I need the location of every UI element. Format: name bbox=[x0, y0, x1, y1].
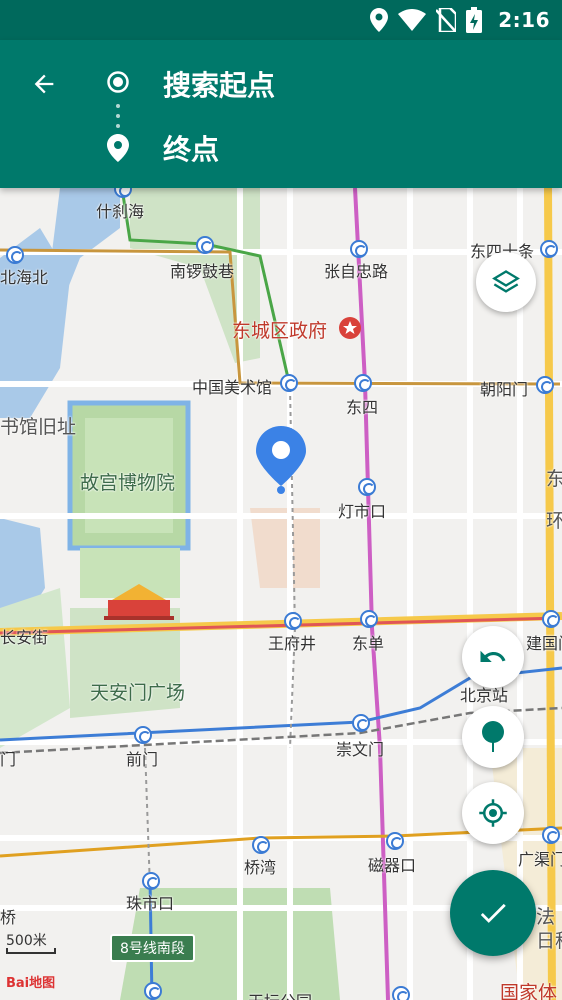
no-sim-icon bbox=[436, 8, 457, 32]
metro-station-icon bbox=[280, 374, 298, 392]
battery-charging-icon bbox=[466, 7, 483, 33]
metro-station-icon bbox=[354, 374, 372, 392]
metro-station-icon bbox=[392, 986, 410, 1000]
metro-station-icon bbox=[196, 236, 214, 254]
pin-dot bbox=[277, 486, 285, 494]
status-time: 2:16 bbox=[498, 8, 550, 32]
metro-station-icon bbox=[542, 610, 560, 628]
metro-station-icon bbox=[360, 610, 378, 628]
baidu-map-logo: Bai地图 bbox=[6, 976, 56, 991]
metro-station-icon bbox=[144, 982, 162, 1000]
start-point-field[interactable]: 搜索起点 bbox=[163, 64, 275, 104]
map-label: 什刹海 bbox=[96, 202, 145, 221]
undo-icon bbox=[480, 650, 506, 662]
map-label: 国家体 bbox=[500, 982, 558, 1000]
end-point-icon bbox=[107, 134, 129, 162]
drop-pin-button[interactable] bbox=[462, 706, 524, 768]
metro-station-icon bbox=[6, 246, 24, 264]
map-label: 东城区政府 bbox=[232, 320, 328, 342]
metro-station-icon bbox=[540, 240, 558, 258]
map-label: 广渠门 bbox=[518, 850, 562, 869]
map-label: 张自忠路 bbox=[324, 262, 389, 281]
metro-station-icon bbox=[142, 872, 160, 890]
map-label: 法 bbox=[536, 906, 556, 928]
map-label: 东单 bbox=[352, 634, 385, 653]
status-bar: 2:16 bbox=[0, 0, 562, 40]
my-location-icon bbox=[479, 799, 507, 827]
map-label: 中国美术馆 bbox=[192, 378, 273, 397]
map-label: 前门 bbox=[126, 750, 159, 769]
metro-station-icon bbox=[350, 240, 368, 258]
map-layers-button[interactable] bbox=[476, 252, 536, 312]
map-label: 故宫博物院 bbox=[80, 472, 176, 494]
map-label: 崇文门 bbox=[336, 740, 385, 759]
map-label: 桥 bbox=[0, 908, 17, 927]
metro-station-icon bbox=[284, 612, 302, 630]
route-search-header: 搜索起点 终点 bbox=[0, 40, 562, 188]
metro-station-icon bbox=[134, 726, 152, 744]
government-icon bbox=[339, 317, 361, 339]
start-point-icon bbox=[107, 71, 129, 93]
metro-station-icon bbox=[386, 832, 404, 850]
map-label: 朝阳门 bbox=[480, 380, 529, 399]
my-location-button[interactable] bbox=[462, 782, 524, 844]
arrow-back-icon bbox=[34, 74, 54, 94]
wifi-icon bbox=[398, 9, 427, 31]
map-label: 天坛公园 bbox=[248, 988, 312, 1000]
check-icon bbox=[480, 903, 506, 923]
metro-line-label: 8号线南段 bbox=[110, 934, 195, 962]
map-label: 书馆旧址 bbox=[0, 416, 77, 438]
route-connector bbox=[116, 104, 120, 134]
map-label: 长安街 bbox=[0, 628, 49, 647]
undo-button[interactable] bbox=[462, 626, 524, 688]
map-label: 日租 bbox=[536, 930, 562, 952]
map-label: 门 bbox=[0, 750, 17, 769]
map-label: 南锣鼓巷 bbox=[170, 262, 235, 281]
map-scale: 500米 bbox=[6, 930, 56, 954]
map-label: 建国门 bbox=[526, 634, 562, 653]
confirm-button[interactable] bbox=[450, 870, 536, 956]
metro-station-icon bbox=[358, 478, 376, 496]
map-label: 桥湾 bbox=[244, 858, 277, 877]
map-label: 北海北 bbox=[0, 268, 49, 287]
metro-station-icon bbox=[252, 836, 270, 854]
pin-drop-icon bbox=[482, 721, 504, 752]
map-label: 珠市口 bbox=[126, 894, 175, 913]
map-label: 东 bbox=[546, 468, 562, 490]
location-icon bbox=[370, 8, 389, 32]
metro-station-icon bbox=[352, 714, 370, 732]
back-button[interactable] bbox=[22, 62, 66, 106]
map-label: 天安门广场 bbox=[90, 682, 186, 704]
map-label: 王府井 bbox=[268, 634, 317, 653]
map-label: 东四 bbox=[346, 398, 379, 417]
map-label: 灯市口 bbox=[338, 502, 387, 521]
layers-icon bbox=[492, 270, 520, 293]
metro-station-icon bbox=[542, 826, 560, 844]
end-point-field[interactable]: 终点 bbox=[163, 128, 219, 168]
metro-station-icon bbox=[536, 376, 554, 394]
map-label: 磁器口 bbox=[368, 856, 417, 875]
location-pin-icon bbox=[256, 426, 306, 486]
map-label: 环 bbox=[546, 510, 562, 532]
